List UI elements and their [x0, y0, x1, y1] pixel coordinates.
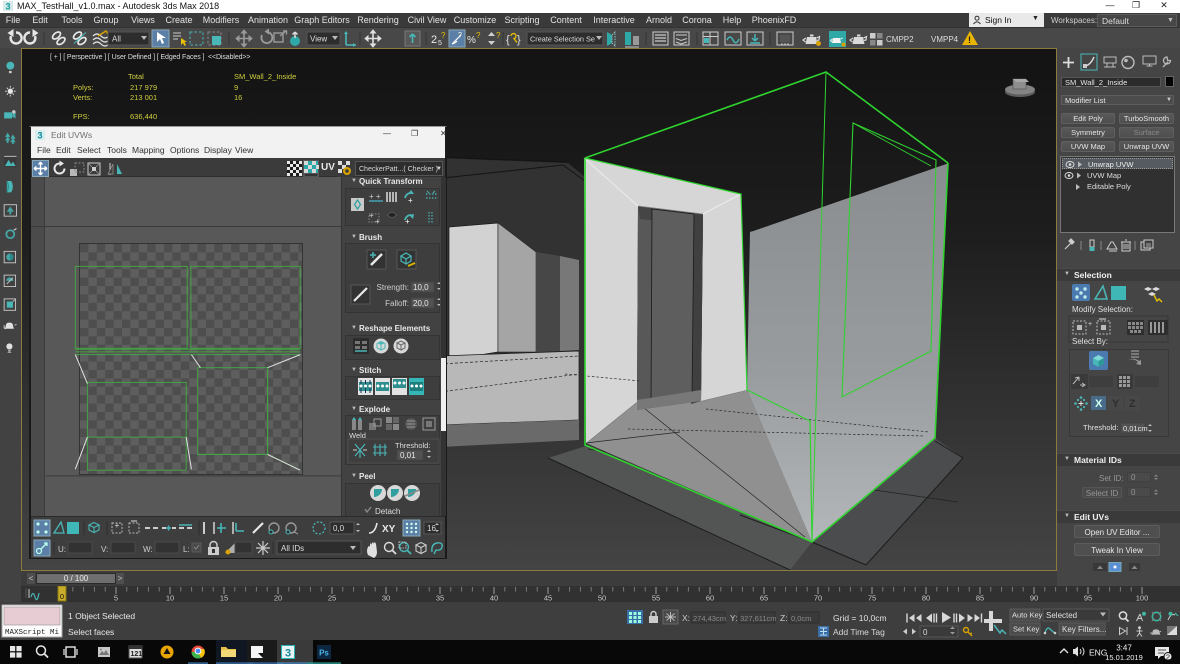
svg-text:+: +: [1088, 321, 1092, 328]
svg-text:U:: U:: [58, 545, 66, 554]
svg-text:95: 95: [1084, 594, 1092, 603]
svg-text:30: 30: [382, 594, 390, 603]
svg-text:Falloff:: Falloff:: [385, 299, 409, 308]
svg-text:Z: Z: [1129, 398, 1136, 410]
svg-text:?: ?: [476, 31, 481, 40]
svg-text:3:47: 3:47: [1116, 644, 1132, 653]
svg-text:80: 80: [922, 594, 930, 603]
svg-text:+: +: [375, 217, 380, 226]
svg-text:X:: X:: [682, 613, 690, 623]
svg-text:?: ?: [458, 32, 462, 39]
svg-text:Detach: Detach: [375, 507, 400, 516]
svg-text:90: 90: [1030, 594, 1038, 603]
svg-text:Select By:: Select By:: [1072, 337, 1108, 346]
svg-text:15: 15: [220, 594, 228, 603]
svg-text:274,43cm: 274,43cm: [693, 614, 726, 623]
svg-text:L:: L:: [183, 545, 190, 554]
svg-text:45: 45: [544, 594, 552, 603]
svg-text:85: 85: [976, 594, 984, 603]
svg-text:+: +: [115, 521, 120, 530]
svg-text:10,0: 10,0: [413, 283, 429, 292]
svg-text:View: View: [310, 35, 327, 44]
svg-text:Set Key: Set Key: [1013, 625, 1040, 634]
svg-text:?: ?: [496, 31, 501, 40]
svg-text:Selected: Selected: [1046, 611, 1077, 620]
svg-text:20: 20: [274, 594, 282, 603]
svg-text:%: %: [467, 35, 476, 46]
svg-text:Y:: Y:: [730, 613, 738, 623]
svg-text:3: 3: [37, 131, 42, 141]
svg-text:50: 50: [598, 594, 606, 603]
svg-text:75: 75: [868, 594, 876, 603]
svg-text:+: +: [405, 217, 410, 226]
svg-text:0,01: 0,01: [400, 451, 416, 460]
svg-text:Threshold:: Threshold:: [1083, 423, 1118, 432]
svg-text:25: 25: [328, 594, 336, 603]
svg-text:5: 5: [438, 40, 442, 47]
svg-text:10: 10: [166, 594, 174, 603]
svg-text:3: 3: [285, 648, 291, 660]
svg-text:V:: V:: [101, 545, 108, 554]
svg-text:CMPP2: CMPP2: [886, 35, 914, 44]
svg-text:2: 2: [1166, 653, 1170, 662]
svg-text:Create Selection Se: Create Selection Se: [530, 35, 595, 44]
svg-text:16: 16: [427, 524, 436, 533]
svg-text:VMPP4: VMPP4: [931, 35, 959, 44]
svg-text:5: 5: [114, 594, 118, 603]
svg-text:}: }: [517, 34, 521, 46]
svg-text:+: +: [408, 196, 413, 205]
svg-text:Z:: Z:: [780, 613, 788, 623]
svg-text:15.01.2019: 15.01.2019: [1105, 653, 1143, 662]
svg-text:70: 70: [814, 594, 822, 603]
svg-text:!: !: [968, 35, 971, 45]
svg-text:3: 3: [5, 2, 10, 12]
svg-text:Modify Selection:: Modify Selection:: [1072, 305, 1133, 314]
svg-text:0,0: 0,0: [333, 524, 345, 533]
svg-text:?: ?: [441, 31, 446, 40]
svg-text:100: 100: [1136, 594, 1149, 603]
svg-text:+: +: [369, 211, 374, 220]
svg-text:Grid = 10,0cm: Grid = 10,0cm: [833, 613, 887, 623]
svg-text:0: 0: [923, 628, 928, 637]
svg-text:Auto Key: Auto Key: [1012, 611, 1043, 620]
svg-text:0,0cm: 0,0cm: [791, 614, 811, 623]
svg-text:0,01cm: 0,01cm: [1123, 424, 1148, 433]
svg-text:All: All: [112, 35, 121, 44]
svg-text:Ps: Ps: [319, 649, 329, 658]
svg-text:2: 2: [431, 34, 437, 46]
svg-text:0: 0: [60, 592, 64, 601]
svg-text:Add Time Tag: Add Time Tag: [833, 627, 885, 637]
svg-text:Key Filters...: Key Filters...: [1062, 625, 1106, 634]
svg-text:121: 121: [131, 651, 143, 658]
svg-text:20,0: 20,0: [413, 299, 429, 308]
svg-text:MAXScript Mi: MAXScript Mi: [5, 629, 60, 637]
svg-text:40: 40: [490, 594, 498, 603]
svg-text:60: 60: [706, 594, 714, 603]
svg-text:327,611cm: 327,611cm: [740, 614, 777, 623]
svg-text:XY: XY: [382, 524, 396, 535]
svg-text:Strength:: Strength:: [377, 283, 409, 292]
svg-text:+ +: + +: [369, 192, 381, 201]
svg-text:65: 65: [760, 594, 768, 603]
svg-text:55: 55: [652, 594, 660, 603]
svg-text:All IDs: All IDs: [281, 544, 304, 553]
svg-text:1 Object Selected: 1 Object Selected: [68, 611, 135, 621]
svg-text:W:: W:: [143, 545, 153, 554]
svg-text:{: {: [506, 34, 510, 46]
svg-text:35: 35: [436, 594, 444, 603]
svg-text:Y: Y: [1112, 398, 1120, 410]
svg-text:X: X: [1095, 398, 1103, 410]
svg-text:Threshold:: Threshold:: [395, 441, 430, 450]
svg-text:Select faces: Select faces: [68, 627, 114, 637]
